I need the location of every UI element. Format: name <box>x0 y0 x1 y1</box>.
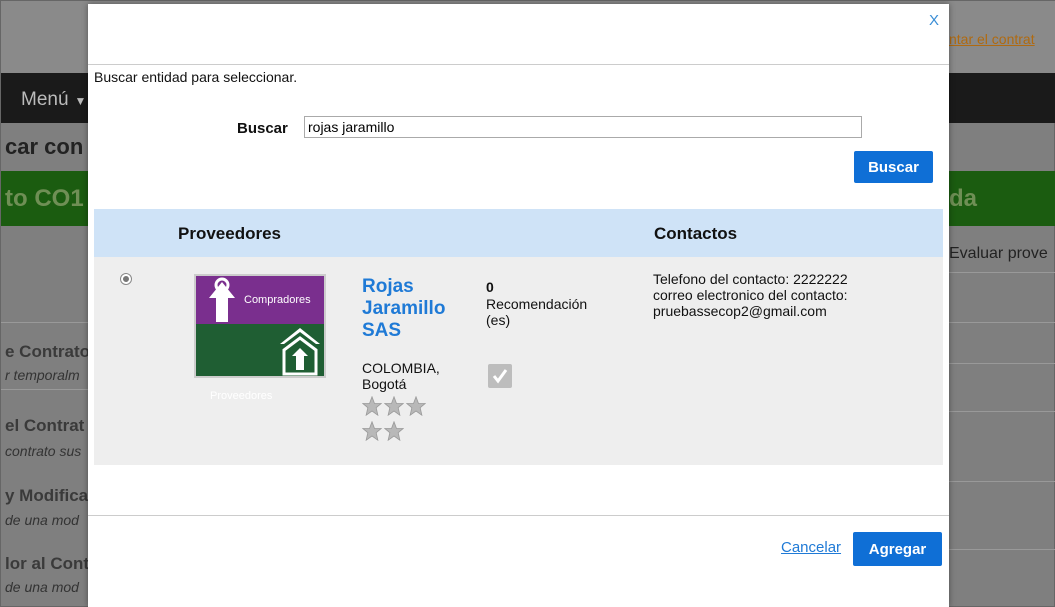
provider-rating <box>362 396 442 446</box>
house-icon <box>280 328 320 376</box>
background-divider <box>949 322 1055 323</box>
background-evaluar-tab: Evaluar prove <box>949 245 1048 262</box>
add-button[interactable]: Agregar <box>853 532 942 566</box>
recommendations-count: 0 <box>486 279 494 295</box>
background-section-title: e Contrato <box>5 342 90 361</box>
table-row: Compradores Proveedores Rojas Jaramillo … <box>94 257 943 465</box>
contact-email: correo electronico del contacto: pruebas… <box>653 287 848 319</box>
star-icon <box>362 396 382 416</box>
logo-proveedores-section: Proveedores <box>196 324 324 402</box>
background-divider <box>949 363 1055 364</box>
background-divider <box>1 389 89 390</box>
select-entity-modal: X Buscar entidad para seleccionar. Busca… <box>88 4 949 607</box>
chevron-down-icon: ▼ <box>74 94 87 108</box>
background-banner-right-text: da <box>949 185 978 212</box>
up-arrow-icon <box>209 277 235 322</box>
modal-header-divider <box>88 64 949 65</box>
background-section-subtitle: de una mod <box>5 512 79 528</box>
background-section-subtitle: r temporalm <box>5 367 80 383</box>
star-icon <box>406 396 426 416</box>
logo-bottom-text: Proveedores <box>210 390 273 402</box>
search-label: Buscar <box>237 120 288 137</box>
background-section-subtitle: contrato sus <box>5 443 82 459</box>
recommendations-label: Recomendación (es) <box>486 296 588 328</box>
background-top-link: ntar el contrat <box>949 31 1035 47</box>
background-banner-left-text: to CO1 <box>5 185 84 212</box>
background-section-title: y Modifica <box>5 486 89 505</box>
column-header-providers: Proveedores <box>178 224 281 243</box>
cancel-link[interactable]: Cancelar <box>781 539 841 556</box>
search-button[interactable]: Buscar <box>854 151 933 183</box>
modal-footer-divider <box>88 515 949 516</box>
menu-label: Menú <box>21 89 69 110</box>
star-icon <box>384 421 404 441</box>
results-table-header: Proveedores Contactos <box>94 209 943 257</box>
contact-info: Telefono del contacto: 2222222 correo el… <box>653 271 883 319</box>
column-header-contacts: Contactos <box>654 224 738 243</box>
background-divider <box>949 272 1055 273</box>
background-section-title: el Contrat <box>5 416 85 435</box>
star-icon <box>362 421 382 441</box>
provider-name-link[interactable]: Rojas Jaramillo SAS <box>362 276 472 342</box>
background-divider <box>949 411 1055 412</box>
star-icon <box>384 396 404 416</box>
background-page-title: car con <box>5 134 84 159</box>
check-icon <box>492 369 508 384</box>
background-divider <box>1 322 89 323</box>
close-icon[interactable]: X <box>929 12 939 29</box>
provider-logo: Compradores Proveedores <box>194 274 326 402</box>
background-divider <box>949 549 1055 550</box>
search-input[interactable] <box>304 116 862 138</box>
contact-phone: Telefono del contacto: 2222222 <box>653 271 848 287</box>
background-divider <box>949 481 1055 482</box>
logo-top-text: Compradores <box>244 294 311 306</box>
logo-compradores-section: Compradores <box>196 276 324 324</box>
modal-instruction: Buscar entidad para seleccionar. <box>94 69 298 85</box>
select-provider-radio[interactable] <box>120 273 132 285</box>
background-section-subtitle: de una mod <box>5 579 79 595</box>
provider-location: COLOMBIA, Bogotá <box>362 360 440 392</box>
recommend-checkbox[interactable] <box>488 364 512 388</box>
background-section-title: lor al Cont <box>5 554 90 573</box>
background-menu: Menú ▼ <box>21 89 86 111</box>
